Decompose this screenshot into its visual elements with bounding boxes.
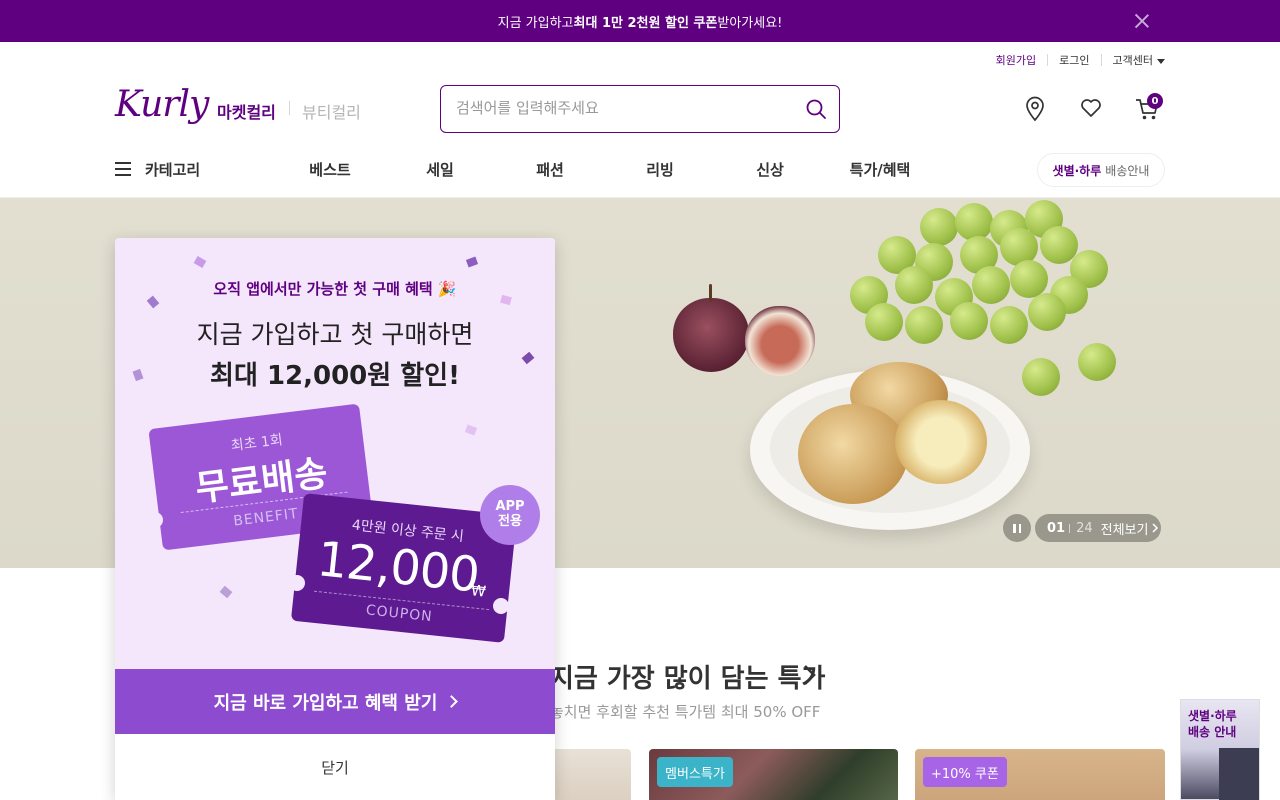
close-button[interactable]: 닫기 [115,734,555,800]
app-badge-line1: APP [495,499,525,514]
coupon-tag: +10% 쿠폰 [923,757,1007,787]
product-card[interactable]: +10% 쿠폰 [915,749,1165,800]
chevron-right-icon[interactable] [802,664,818,686]
confetti [193,256,207,268]
popup-headline-small: 오직 앱에서만 가능한 첫 구매 혜택 🎉 [213,280,457,298]
promo-text-suffix: 받아가세요! [717,15,783,31]
slide-current: 01 [1047,520,1066,536]
nav-item-sale[interactable]: 세일 [385,159,495,180]
search-box [440,85,840,133]
main-nav: 카테고리 베스트 세일 패션 리빙 신상 특가/혜택 샛별·하루 배송안내 [0,140,1280,198]
market-kurly-tab[interactable]: 마켓컬리 [217,99,276,123]
nav-item-living[interactable]: 리빙 [605,159,715,180]
cta-label: 지금 바로 가입하고 혜택 받기 [213,692,438,714]
bread-image [798,404,908,504]
delivery-info-label: 배송안내 [1105,163,1150,178]
beauty-kurly-tab[interactable]: 뷰티컬리 [302,99,361,123]
delivery-info-button[interactable]: 샛별·하루 배송안내 [1037,153,1165,187]
location-pin-icon[interactable] [1024,96,1046,122]
confetti [219,585,233,599]
ticket-notch [493,598,509,614]
confetti [464,424,478,436]
util-links: 회원가입 로그인 고객센터 [985,52,1165,68]
side-delivery-banner[interactable]: 샛별·하루배송 안내 [1180,699,1260,800]
pause-button[interactable] [1003,514,1031,542]
kurly-logo[interactable]: Kurly [115,84,209,125]
popup-body: 오직 앱에서만 가능한 첫 구매 혜택 🎉 지금 가입하고 첫 구매하면 최대 … [115,238,555,669]
side-banner-line2: 배송 안내 [1188,725,1237,739]
slide-counter[interactable]: 01 24 전체보기 [1035,514,1161,542]
menu-icon[interactable] [115,162,131,176]
join-link[interactable]: 회원가입 [985,52,1047,68]
ticket-notch [289,575,305,591]
category-menu[interactable]: 카테고리 [145,159,200,180]
section-subtitle: 놓치면 후회할 추천 특가템 최대 50% OFF [550,703,821,721]
nav-item-new[interactable]: 신상 [715,159,825,180]
caret-down-icon [1157,58,1165,64]
side-banner-line1: 샛별·하루 [1188,709,1237,723]
nav-item-fashion[interactable]: 패션 [495,159,605,180]
app-only-badge: APP 전용 [480,485,540,545]
search-icon[interactable] [805,98,827,120]
section-title[interactable]: 지금 가장 많이 담는 특가 [550,658,825,695]
won-symbol: ₩ [470,581,487,601]
bread-image [895,400,987,484]
nav-item-special[interactable]: 특가/혜택 [825,159,935,180]
building-image [1219,748,1259,800]
app-badge-line2: 전용 [498,514,522,529]
signup-cta-button[interactable]: 지금 바로 가입하고 혜택 받기 [115,669,555,734]
close-icon[interactable] [1132,11,1152,31]
confetti [465,256,479,268]
signup-promo-popup: 오직 앱에서만 가능한 첫 구매 혜택 🎉 지금 가입하고 첫 구매하면 최대 … [115,238,555,800]
members-deal-tag: 멤버스특가 [657,757,733,787]
login-link[interactable]: 로그인 [1048,52,1100,68]
heart-icon[interactable] [1079,96,1103,120]
slide-total: 24 [1076,520,1093,536]
chevron-right-icon [1152,523,1159,533]
customer-center-menu[interactable]: 고객센터 [1102,52,1165,68]
divider [289,101,290,115]
ticket-notch [147,512,163,528]
popup-headline: 지금 가입하고 첫 구매하면 [196,320,474,349]
cart-count-badge: 0 [1147,93,1163,109]
product-card[interactable]: 멤버스특가 [649,749,898,800]
popup-headline-bold: 최대 12,000원 할인! [210,361,460,391]
view-all-label: 전체보기 [1100,522,1149,538]
customer-center-label: 고객센터 [1112,54,1153,67]
search-input[interactable] [456,99,796,117]
chevron-right-icon [445,695,459,708]
promo-text-highlight: 최대 1만 2천원 할인 쿠폰 [573,15,718,31]
nav-item-best[interactable]: 베스트 [275,159,385,180]
promo-text-prefix: 지금 가입하고 [497,15,574,31]
top-promo-banner[interactable]: 지금 가입하고 최대 1만 2천원 할인 쿠폰 받아가세요! [0,0,1280,42]
delivery-info-strong: 샛별·하루 [1052,163,1102,178]
